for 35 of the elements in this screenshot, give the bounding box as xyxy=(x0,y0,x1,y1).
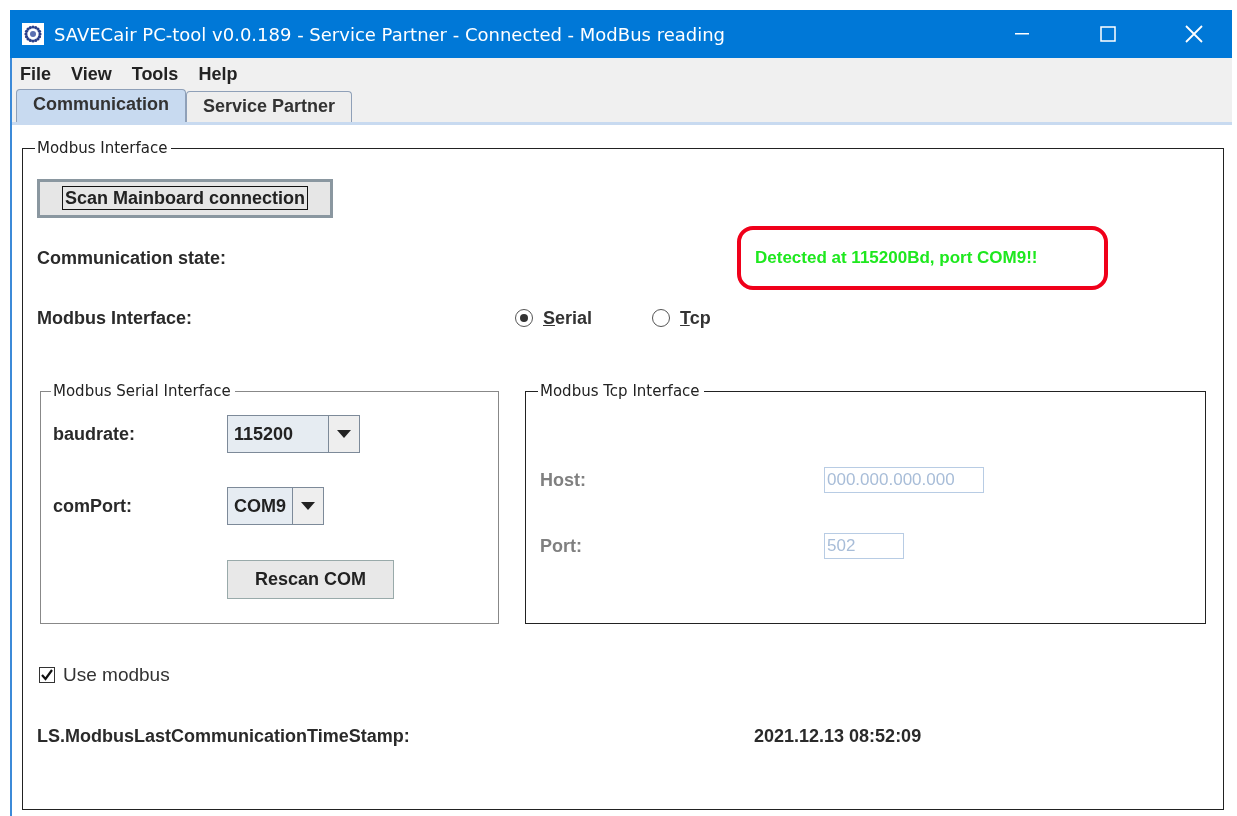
minimize-icon xyxy=(1015,33,1029,35)
group-title: Modbus Interface xyxy=(36,139,169,157)
field-label: Communication state: xyxy=(37,247,228,269)
window-title: SAVECair PC-tool v0.0.189 - Service Partner - Connected - ModBus reading xyxy=(54,23,726,45)
radio-option[interactable]: Serial xyxy=(515,307,593,329)
use-modbus-checkbox[interactable]: Use modbus xyxy=(37,664,1223,686)
rescan-com-button[interactable]: Rescan COM xyxy=(227,560,395,599)
maximize-icon xyxy=(1100,26,1116,42)
field-label: baudrate: xyxy=(53,423,136,445)
close-icon xyxy=(1185,25,1203,43)
com-port-dropdown[interactable]: COM9 xyxy=(227,487,324,525)
group-title: Modbus Serial Interface xyxy=(52,382,232,400)
menu-item[interactable]: Help xyxy=(198,64,238,86)
baudrate-dropdown[interactable]: 115200 xyxy=(227,415,360,453)
app-logo-icon xyxy=(22,23,44,45)
menu-item[interactable]: Tools xyxy=(131,64,179,86)
scan-mainboard-button[interactable]: Scan Mainboard connection xyxy=(37,179,334,218)
status-message: Detected at 115200Bd, port COM9!! xyxy=(737,226,1108,290)
caret-icon xyxy=(337,430,351,438)
menu-item[interactable]: View xyxy=(71,64,112,86)
radio-option[interactable]: Tcp xyxy=(652,307,711,329)
checkbox-icon[interactable] xyxy=(39,667,55,683)
tab[interactable]: Service Partner xyxy=(186,91,353,122)
caret-icon xyxy=(301,502,315,510)
radio-icon[interactable] xyxy=(652,309,671,327)
field-label: Modbus Interface: xyxy=(37,307,193,329)
menu-item[interactable]: File xyxy=(20,64,51,86)
timestamp-value: 2021.12.13 08:52:09 xyxy=(754,726,923,747)
field-label: comPort: xyxy=(53,495,133,517)
field-label: Port: xyxy=(540,535,583,557)
field-label: Host: xyxy=(540,469,587,491)
radio-icon[interactable] xyxy=(515,309,533,327)
group-title: Modbus Tcp Interface xyxy=(539,382,701,400)
tab[interactable]: Communication xyxy=(16,89,186,122)
field-label: LS.ModbusLastCommunicationTimeStamp: xyxy=(37,726,411,747)
